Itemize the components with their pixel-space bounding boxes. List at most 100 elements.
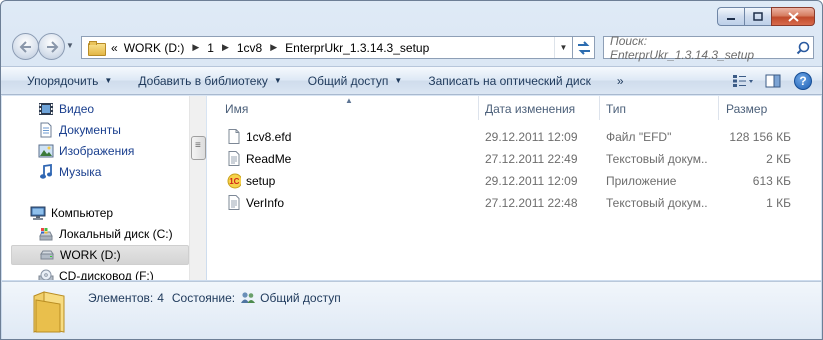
computer-icon bbox=[30, 205, 46, 221]
svg-text:1C: 1C bbox=[229, 177, 239, 186]
address-bar[interactable]: « WORK (D:) ▶ 1 ▶ 1cv8 ▶ EnterprUkr_1.3.… bbox=[81, 36, 573, 59]
breadcrumb-setup-folder[interactable]: EnterprUkr_1.3.14.3_setup bbox=[282, 41, 432, 55]
breadcrumb-work-drive[interactable]: WORK (D:) bbox=[121, 41, 188, 55]
breadcrumb-1cv8[interactable]: 1cv8 bbox=[234, 41, 265, 55]
navigation-pane: Видео Документы Изображения Музыка Компь… bbox=[2, 96, 206, 280]
recent-pages-dropdown[interactable]: ▼ bbox=[66, 41, 74, 50]
add-to-library-button[interactable]: Добавить в библиотеку ▼ bbox=[125, 74, 294, 88]
file-name-cell: ReadMe bbox=[227, 151, 477, 167]
folder-icon bbox=[88, 41, 106, 56]
1c-setup-icon: 1C bbox=[227, 173, 241, 189]
column-divider[interactable] bbox=[718, 96, 719, 120]
minimize-icon bbox=[727, 17, 735, 20]
burn-button[interactable]: Записать на оптический диск bbox=[415, 74, 604, 88]
file-size: 128 156 КБ bbox=[729, 129, 791, 144]
search-box[interactable]: Поиск: EnterprUkr_1.3.14.3_setup bbox=[603, 34, 814, 62]
drive-icon bbox=[39, 247, 55, 263]
file-type: Приложение bbox=[606, 173, 677, 188]
file-row[interactable]: 1C setup 29.12.2011 12:09 Приложение 613… bbox=[223, 170, 815, 191]
file-row[interactable]: 1cv8.efd 29.12.2011 12:09 Файл "EFD" 128… bbox=[223, 126, 815, 147]
file-list-pane: ▲ Имя Дата изменения Тип Размер 1cv8.efd… bbox=[207, 96, 821, 280]
text-file-icon bbox=[227, 195, 241, 211]
video-library-icon bbox=[38, 101, 54, 117]
music-library-icon bbox=[38, 164, 54, 180]
search-input[interactable]: Поиск: EnterprUkr_1.3.14.3_setup bbox=[610, 34, 793, 62]
sidebar-item-label: WORK (D:) bbox=[60, 248, 121, 262]
column-header-type[interactable]: Тип bbox=[606, 102, 626, 116]
back-button[interactable] bbox=[12, 33, 39, 60]
file-row[interactable]: VerInfo 27.12.2011 22:48 Текстовый докум… bbox=[223, 192, 815, 213]
sidebar-item-label: Видео bbox=[59, 102, 95, 116]
explorer-window: ▼ « WORK (D:) ▶ 1 ▶ 1cv8 ▶ EnterprUkr_1.… bbox=[0, 0, 823, 340]
column-header-name[interactable]: Имя bbox=[225, 102, 248, 116]
items-label: Элементов: bbox=[88, 291, 154, 305]
navigation-pane-scrollbar[interactable] bbox=[189, 96, 206, 280]
file-row[interactable]: ReadMe 27.12.2011 22:49 Текстовый докум.… bbox=[223, 148, 815, 169]
sidebar-item-local-disk-c[interactable]: Локальный диск (C:) bbox=[38, 224, 173, 244]
help-icon: ? bbox=[794, 72, 812, 90]
help-button[interactable]: ? bbox=[792, 71, 814, 91]
sidebar-item-pictures[interactable]: Изображения bbox=[38, 141, 134, 161]
chevron-right-icon[interactable]: ▶ bbox=[217, 42, 234, 53]
column-header-row: ▲ Имя Дата изменения Тип Размер bbox=[207, 96, 821, 122]
sidebar-item-documents[interactable]: Документы bbox=[38, 120, 121, 140]
column-divider[interactable] bbox=[599, 96, 600, 120]
file-date: 29.12.2011 12:09 bbox=[485, 173, 578, 188]
organize-button[interactable]: Упорядочить ▼ bbox=[1, 74, 125, 88]
text-file-icon bbox=[227, 151, 241, 167]
burn-label: Записать на оптический диск bbox=[428, 73, 591, 88]
column-divider[interactable] bbox=[478, 96, 479, 120]
share-users-icon bbox=[240, 291, 256, 305]
sidebar-item-work-drive[interactable]: WORK (D:) bbox=[11, 245, 189, 265]
command-bar: Упорядочить ▼ Добавить в библиотеку ▼ Об… bbox=[1, 66, 822, 95]
preview-pane-button[interactable] bbox=[762, 71, 784, 91]
window-caption-buttons bbox=[717, 7, 815, 26]
breadcrumb-1[interactable]: 1 bbox=[204, 41, 217, 55]
share-button[interactable]: Общий доступ ▼ bbox=[295, 74, 416, 88]
state-label: Состояние: bbox=[171, 291, 236, 305]
address-dropdown[interactable]: ▼ bbox=[554, 37, 572, 58]
chevron-right-icon[interactable]: ▶ bbox=[187, 42, 204, 53]
chevron-down-icon: ▼ bbox=[104, 76, 113, 85]
chevron-right-icon[interactable]: ▶ bbox=[265, 42, 282, 53]
sidebar-item-label: Документы bbox=[59, 123, 121, 137]
sidebar-item-cd-drive[interactable]: CD-дисковод (F:) bbox=[38, 266, 154, 280]
sidebar-item-video[interactable]: Видео bbox=[38, 99, 94, 119]
sort-ascending-icon: ▲ bbox=[345, 96, 353, 105]
forward-button[interactable] bbox=[38, 33, 65, 60]
navigation-bar: ▼ « WORK (D:) ▶ 1 ▶ 1cv8 ▶ EnterprUkr_1.… bbox=[9, 32, 814, 62]
refresh-button[interactable] bbox=[573, 36, 595, 59]
maximize-button[interactable] bbox=[744, 7, 771, 26]
details-pane: Элементов: 4 Состояние: Общий доступ bbox=[2, 281, 821, 339]
status-summary: Элементов: 4 Состояние: Общий доступ bbox=[88, 291, 341, 305]
chevron-down-icon: ▼ bbox=[394, 76, 403, 85]
column-header-date[interactable]: Дата изменения bbox=[485, 102, 575, 116]
address-overflow[interactable]: « bbox=[108, 41, 121, 55]
file-name: VerInfo bbox=[246, 195, 285, 210]
sidebar-item-computer[interactable]: Компьютер bbox=[30, 203, 113, 223]
file-size: 1 КБ bbox=[766, 195, 791, 210]
sidebar-item-music[interactable]: Музыка bbox=[38, 162, 101, 182]
chevron-down-icon: ▼ bbox=[273, 76, 282, 85]
view-options-button[interactable] bbox=[732, 71, 754, 91]
scrollbar-thumb[interactable] bbox=[191, 136, 206, 160]
column-header-size[interactable]: Размер bbox=[726, 102, 767, 116]
file-size: 613 КБ bbox=[752, 173, 791, 188]
forward-arrow-icon bbox=[46, 40, 58, 53]
file-date: 29.12.2011 12:09 bbox=[485, 129, 578, 144]
search-icon[interactable] bbox=[793, 37, 813, 58]
more-label: » bbox=[616, 73, 624, 88]
more-commands-button[interactable]: » bbox=[604, 74, 637, 88]
sidebar-item-label: Компьютер bbox=[51, 206, 114, 220]
folder-icon bbox=[33, 291, 65, 333]
file-name: ReadMe bbox=[246, 151, 292, 166]
refresh-icon bbox=[577, 40, 590, 55]
sidebar-item-label: Музыка bbox=[59, 165, 102, 179]
items-count: 4 bbox=[157, 291, 164, 305]
close-button[interactable] bbox=[771, 7, 815, 26]
minimize-button[interactable] bbox=[717, 7, 744, 26]
state-value: Общий доступ bbox=[260, 291, 341, 305]
file-name: 1cv8.efd bbox=[246, 129, 292, 144]
local-disk-icon bbox=[38, 226, 54, 242]
close-icon bbox=[787, 11, 799, 22]
